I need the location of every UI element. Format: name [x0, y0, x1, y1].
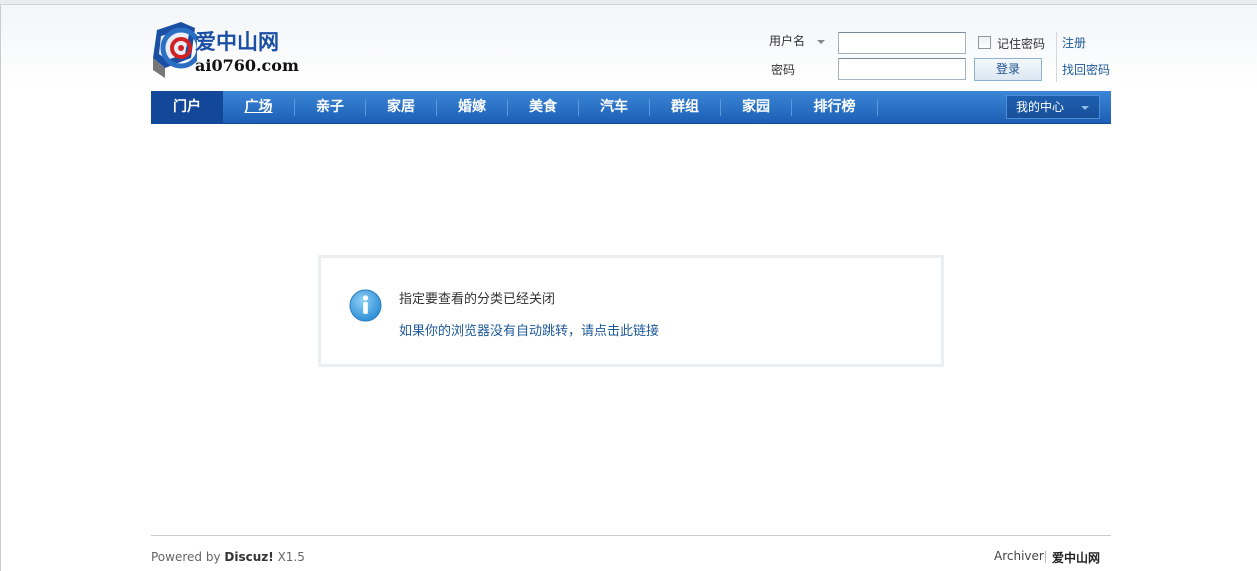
nav-item-food[interactable]: 美食	[508, 91, 578, 123]
register-link[interactable]: 注册	[1062, 34, 1086, 51]
powered-version: X1.5	[277, 550, 305, 564]
redirect-link[interactable]: 如果你的浏览器没有自动跳转，请点击此链接	[399, 320, 659, 339]
footer-divider	[151, 535, 1111, 536]
nav-item-portal[interactable]: 门户	[151, 91, 223, 123]
site-logo[interactable]: 爱中山网 ai0760.com	[151, 18, 299, 80]
my-center-dropdown[interactable]: 我的中心	[1006, 95, 1100, 119]
footer-site-link[interactable]: 爱中山网	[1052, 549, 1100, 566]
nav-item-square[interactable]: 广场	[223, 91, 294, 123]
nav-item-ranking[interactable]: 排行榜	[792, 91, 877, 123]
archiver-link[interactable]: Archiver	[994, 549, 1044, 563]
recover-password-link[interactable]: 找回密码	[1062, 61, 1110, 78]
username-input[interactable]	[838, 32, 966, 54]
message-title: 指定要查看的分类已经关闭	[399, 292, 556, 307]
nav-item-groups[interactable]: 群组	[650, 91, 720, 123]
password-label: 密码	[771, 63, 796, 77]
footer-link-divider	[1045, 551, 1046, 563]
username-type-dropdown-icon[interactable]	[817, 40, 825, 44]
window-left-edge	[0, 5, 1, 571]
my-center-label: 我的中心	[1016, 100, 1065, 114]
info-icon	[349, 289, 382, 322]
username-label: 用户名	[769, 34, 806, 48]
nav-item-wedding[interactable]: 婚嫁	[437, 91, 507, 123]
nav-item-home[interactable]: 家居	[366, 91, 436, 123]
powered-by: Powered by Discuz! X1.5	[151, 550, 305, 564]
nav-item-space[interactable]: 家园	[721, 91, 791, 123]
remember-password-checkbox[interactable]	[978, 36, 991, 49]
login-divider	[1056, 32, 1057, 82]
logo-domain: ai0760.com	[195, 56, 299, 75]
logo-title: 爱中山网	[195, 30, 279, 54]
chevron-down-icon	[1081, 106, 1089, 110]
login-button[interactable]: 登录	[974, 58, 1042, 81]
nav-divider	[877, 99, 878, 116]
message-box: 指定要查看的分类已经关闭 如果你的浏览器没有自动跳转，请点击此链接	[318, 255, 944, 367]
logo-emblem-icon	[153, 22, 197, 78]
nav-item-parenting[interactable]: 亲子	[295, 91, 365, 123]
remember-password-label: 记住密码	[997, 37, 1046, 51]
password-input[interactable]	[838, 58, 966, 80]
nav-item-car[interactable]: 汽车	[579, 91, 649, 123]
powered-prefix: Powered by	[151, 550, 221, 564]
discuz-link[interactable]: Discuz!	[224, 550, 273, 564]
main-nav: 门户 广场 亲子 家居 婚嫁 美食 汽车 群组 家园 排行榜	[151, 91, 1111, 124]
